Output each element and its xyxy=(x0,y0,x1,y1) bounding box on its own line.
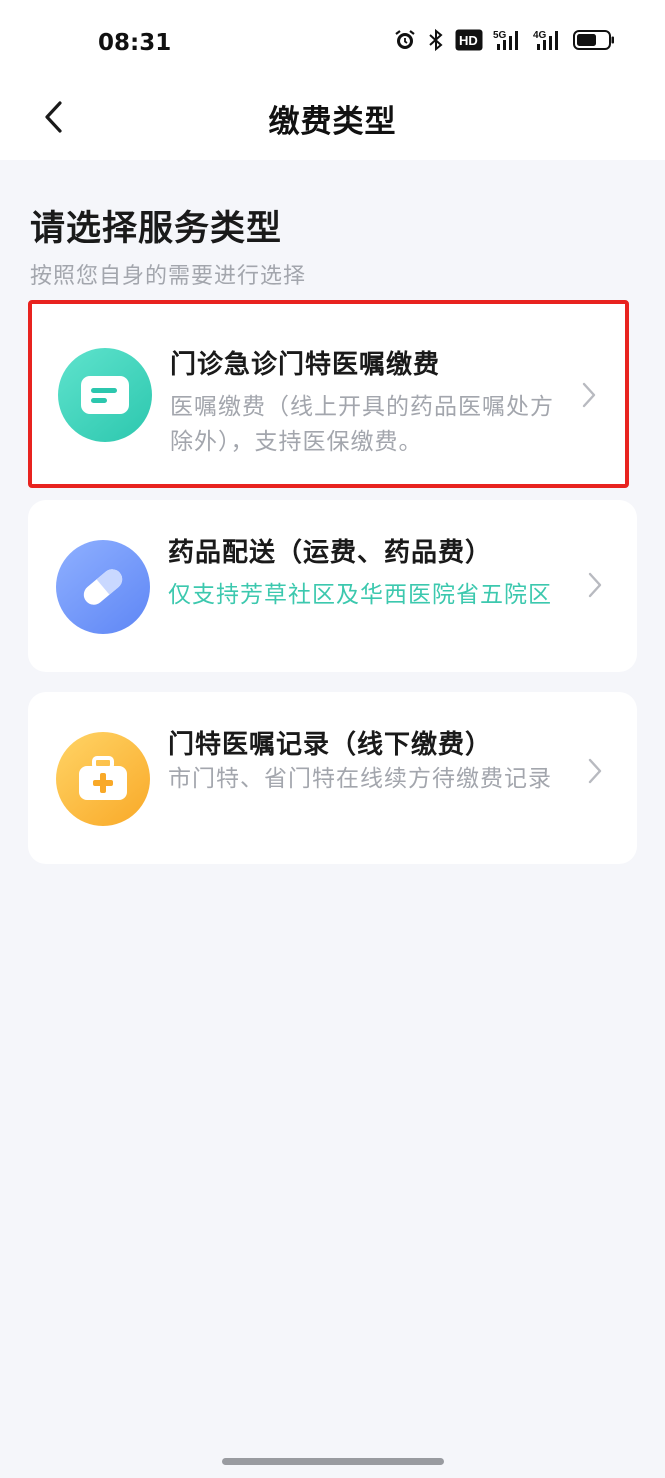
card-title: 门特医嘱记录（线下缴费） xyxy=(168,730,493,760)
chevron-right-icon xyxy=(583,570,607,600)
card-outpatient-order-payment[interactable]: 门诊急诊门特医嘱缴费 医嘱缴费（线上开具的药品医嘱处方除外），支持医保缴费。 xyxy=(28,300,629,488)
card-desc: 市门特、省门特在线续方待缴费记录 xyxy=(168,766,552,792)
signal-4g-icon: 4G xyxy=(533,28,563,52)
chevron-right-icon xyxy=(583,756,607,786)
home-indicator[interactable] xyxy=(222,1458,444,1465)
section-subtitle: 按照您自身的需要进行选择 xyxy=(30,264,307,289)
card-title: 药品配送（运费、药品费） xyxy=(168,538,493,568)
hd-icon: HD xyxy=(455,29,483,51)
status-time: 08:31 xyxy=(98,30,172,56)
section-title: 请选择服务类型 xyxy=(30,209,283,249)
alarm-icon xyxy=(393,28,417,52)
nav-bar: 缴费类型 xyxy=(0,86,665,160)
card-desc: 仅支持芳草社区及华西医院省五院区 xyxy=(168,582,552,608)
pill-icon xyxy=(56,540,150,634)
card-desc: 医嘱缴费（线上开具的药品医嘱处方除外），支持医保缴费。 xyxy=(170,394,554,455)
medical-kit-icon xyxy=(56,732,150,826)
status-bar: 08:31 HD 5G 4G xyxy=(0,0,665,86)
card-special-order-records[interactable]: 门特医嘱记录（线下缴费） 市门特、省门特在线续方待缴费记录 xyxy=(28,692,637,864)
status-icons: HD 5G 4G xyxy=(393,28,615,52)
page-title: 缴费类型 xyxy=(268,104,397,140)
order-doc-icon xyxy=(58,348,152,442)
battery-icon xyxy=(573,29,615,51)
top-bar: 08:31 HD 5G 4G 缴费类型 xyxy=(0,0,665,160)
net1-label: 5G xyxy=(493,30,507,41)
signal-5g-icon: 5G xyxy=(493,28,523,52)
card-title: 门诊急诊门特医嘱缴费 xyxy=(170,350,441,380)
chevron-right-icon xyxy=(577,380,601,410)
bluetooth-icon xyxy=(427,28,445,52)
net2-label: 4G xyxy=(533,30,547,41)
card-drug-delivery[interactable]: 药品配送（运费、药品费） 仅支持芳草社区及华西医院省五院区 xyxy=(28,500,637,672)
hd-label: HD xyxy=(459,33,478,48)
